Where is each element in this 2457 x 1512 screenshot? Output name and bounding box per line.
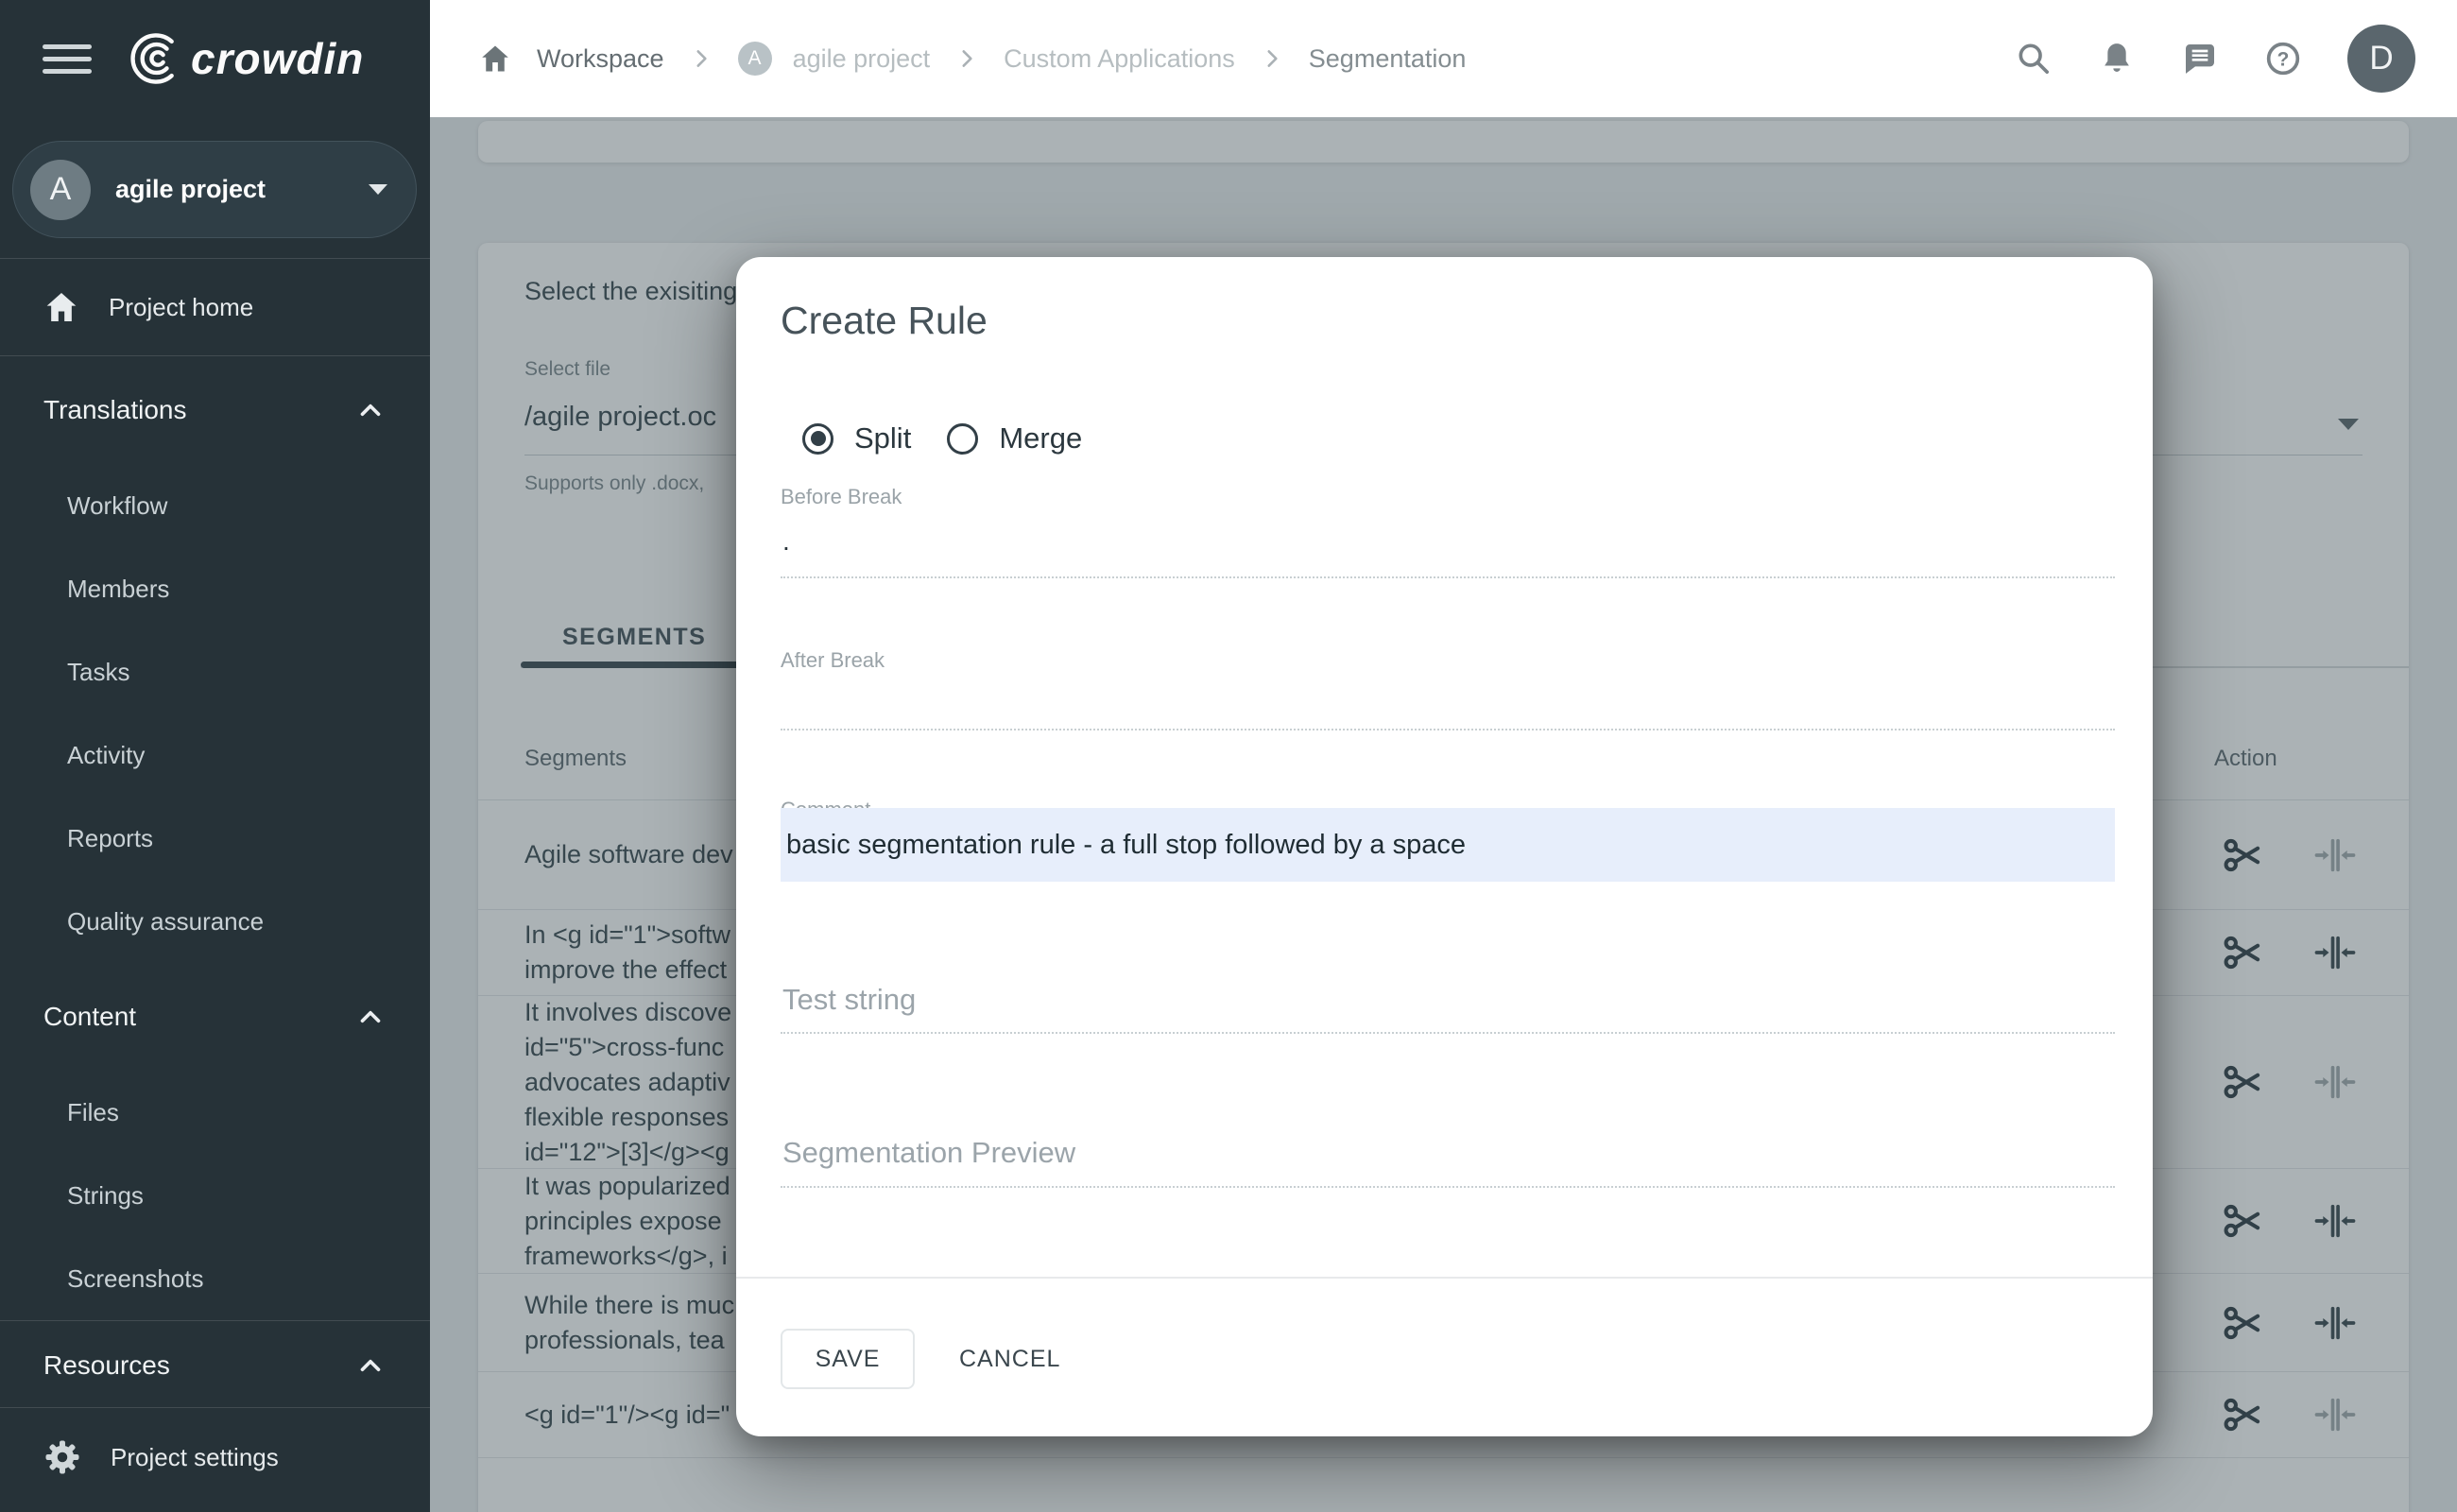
sidebar-section-resources[interactable]: Resources bbox=[0, 1321, 430, 1410]
comment-value: basic segmentation rule - a full stop fo… bbox=[786, 829, 1466, 860]
chevron-right-icon bbox=[1260, 46, 1284, 71]
sidebar-item-tasks[interactable]: Tasks bbox=[0, 630, 430, 713]
radio-split-control bbox=[802, 422, 833, 455]
crowdin-logo[interactable]: crowdin bbox=[123, 29, 364, 88]
home-icon bbox=[43, 288, 80, 326]
chevron-right-icon bbox=[954, 46, 979, 71]
breadcrumb-project-avatar: A bbox=[737, 42, 772, 76]
sidebar-item-quality-assurance[interactable]: Quality assurance bbox=[0, 880, 430, 963]
svg-text:?: ? bbox=[2277, 48, 2290, 70]
chevron-right-icon bbox=[689, 46, 713, 71]
hamburger-menu-icon[interactable] bbox=[43, 43, 92, 74]
bell-icon[interactable] bbox=[2098, 40, 2136, 77]
create-rule-modal: Create Rule Split Merge Before Break . A… bbox=[736, 257, 2153, 1436]
modal-title: Create Rule bbox=[781, 299, 988, 342]
chevron-down-icon bbox=[369, 184, 387, 195]
before-break-label: Before Break bbox=[781, 485, 902, 508]
project-selector[interactable]: A agile project bbox=[12, 141, 417, 238]
rule-type-radio-group: Split Merge bbox=[802, 414, 1082, 463]
breadcrumb-item-custom-applications[interactable]: Custom Applications bbox=[1004, 44, 1235, 74]
chevron-up-icon bbox=[354, 394, 387, 426]
chevron-up-icon bbox=[354, 1349, 387, 1382]
after-break-label: After Break bbox=[781, 648, 885, 672]
help-icon[interactable]: ? bbox=[2264, 40, 2302, 77]
user-avatar[interactable]: D bbox=[2347, 25, 2415, 93]
radio-merge-control bbox=[947, 422, 979, 455]
sidebar-item-project-settings[interactable]: Project settings bbox=[0, 1408, 430, 1506]
sidebar-section-translations[interactable]: Translations bbox=[0, 356, 430, 464]
breadcrumb-item-segmentation: Segmentation bbox=[1308, 43, 1467, 73]
save-button[interactable]: SAVE bbox=[781, 1329, 915, 1389]
sidebar-item-files[interactable]: Files bbox=[0, 1071, 430, 1154]
crowdin-logo-text: crowdin bbox=[191, 34, 365, 83]
breadcrumb-item-agile-project[interactable]: agile project bbox=[793, 44, 931, 74]
sidebar-item-strings[interactable]: Strings bbox=[0, 1154, 430, 1237]
search-icon[interactable] bbox=[2015, 40, 2053, 77]
crowdin-app: crowdin A agile project Project home Tra… bbox=[0, 0, 2457, 1512]
breadcrumb-item-workspace[interactable]: Workspace bbox=[537, 44, 664, 74]
header-actions: ? D bbox=[2015, 25, 2415, 93]
home-breadcrumb-icon[interactable] bbox=[478, 42, 512, 76]
project-name: agile project bbox=[115, 175, 266, 203]
test-string-input[interactable]: Test string bbox=[782, 983, 916, 1017]
project-avatar: A bbox=[30, 159, 91, 220]
crowdin-logo-icon bbox=[123, 29, 181, 88]
sidebar: crowdin A agile project Project home Tra… bbox=[0, 0, 430, 1512]
radio-split[interactable]: Split bbox=[802, 421, 911, 455]
comment-input[interactable]: basic segmentation rule - a full stop fo… bbox=[781, 808, 2115, 882]
sidebar-item-members[interactable]: Members bbox=[0, 547, 430, 630]
top-header: Workspace Aagile project Custom Applicatio… bbox=[430, 0, 2457, 117]
segmentation-preview-input[interactable]: Segmentation Preview bbox=[782, 1136, 1075, 1170]
sidebar-item-reports[interactable]: Reports bbox=[0, 797, 430, 880]
sidebar-section-content[interactable]: Content bbox=[0, 963, 430, 1071]
modal-footer-divider bbox=[736, 1277, 2153, 1279]
sidebar-top: crowdin bbox=[0, 0, 430, 117]
sidebar-nav: Translations Workflow Members Tasks Activity… bbox=[0, 356, 430, 1410]
sidebar-item-screenshots[interactable]: Screenshots bbox=[0, 1237, 430, 1320]
sidebar-item-workflow[interactable]: Workflow bbox=[0, 464, 430, 547]
chat-icon[interactable] bbox=[2181, 40, 2219, 77]
radio-merge[interactable]: Merge bbox=[947, 421, 1082, 455]
cancel-button[interactable]: CANCEL bbox=[940, 1329, 1079, 1389]
breadcrumb: Workspace Aagile project Custom Applicatio… bbox=[478, 42, 1466, 76]
before-break-input[interactable]: . bbox=[782, 508, 790, 575]
gear-icon bbox=[43, 1437, 82, 1477]
sidebar-item-project-home[interactable]: Project home bbox=[0, 259, 430, 355]
chevron-up-icon bbox=[354, 1001, 387, 1033]
after-break-input[interactable] bbox=[781, 729, 2115, 730]
sidebar-item-activity[interactable]: Activity bbox=[0, 713, 430, 797]
